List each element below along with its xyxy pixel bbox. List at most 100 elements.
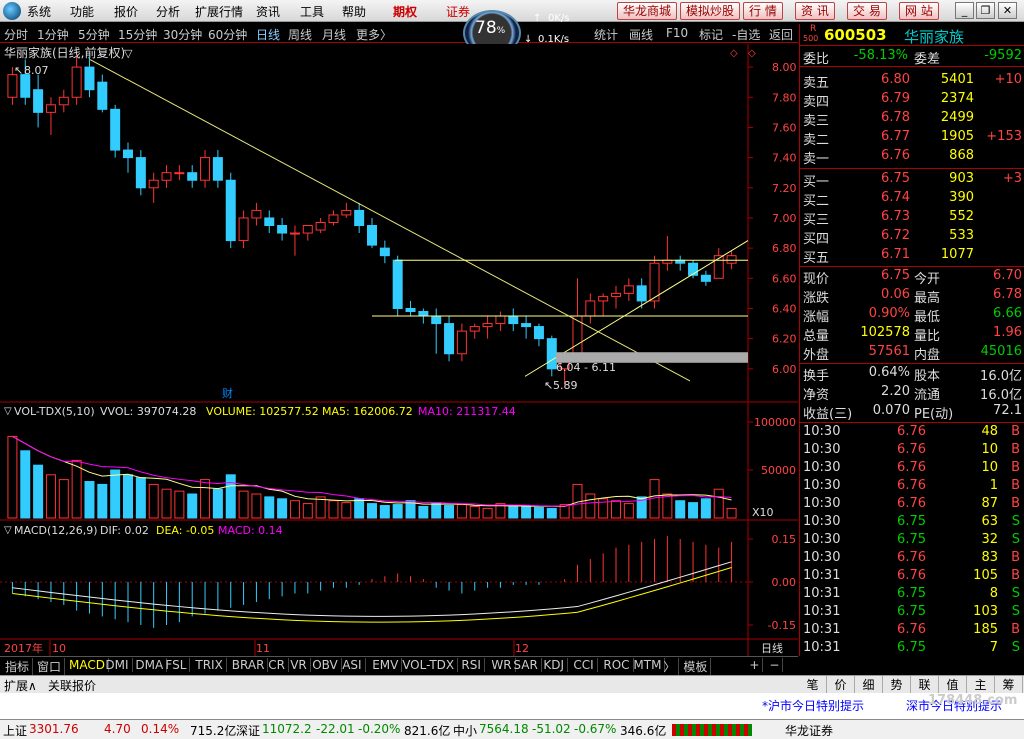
related-quote-tab[interactable]: 关联报价 bbox=[48, 677, 96, 694]
indicator-tab[interactable]: CCI bbox=[570, 658, 598, 672]
website-button[interactable]: 网 站 bbox=[899, 2, 939, 20]
candle bbox=[84, 66, 95, 91]
tab-30min[interactable]: 30分钟 bbox=[163, 26, 202, 43]
indicator-tab[interactable]: RSI bbox=[458, 658, 485, 672]
menu-options[interactable]: 期权 bbox=[393, 3, 417, 20]
right-tab[interactable]: 笔 bbox=[799, 676, 827, 693]
indicator-tab[interactable]: + bbox=[746, 658, 764, 672]
sh-notice-link[interactable]: *沪市今日特别提示 bbox=[762, 697, 864, 714]
stock-chart[interactable]: 8.00 7.80 7.60 7.40 7.20 7.00 6.80 6.60 6.40 6.20… bbox=[0, 44, 798, 656]
mall-button[interactable]: 华龙商城 bbox=[617, 2, 678, 20]
menu-tools[interactable]: 工具 bbox=[300, 3, 324, 20]
indicator-tab[interactable]: VOL-TDX bbox=[399, 658, 459, 672]
info-button[interactable]: 资 讯 bbox=[795, 2, 835, 20]
chart-title: 华丽家族(日线,前复权) bbox=[4, 45, 125, 60]
broker-name: 华龙证券 bbox=[785, 724, 834, 738]
tab-intraday[interactable]: 分时 bbox=[4, 26, 28, 43]
tab-monthly[interactable]: 月线 bbox=[322, 26, 346, 43]
tick-price: 6.76 bbox=[897, 460, 926, 475]
indicator-tab[interactable]: ROC bbox=[600, 658, 634, 672]
menu-analysis[interactable]: 分析 bbox=[156, 3, 180, 20]
indicator-tab[interactable]: 窗口 bbox=[34, 658, 66, 675]
indicator-tab[interactable]: EMV bbox=[369, 658, 403, 672]
menu-quote[interactable]: 报价 bbox=[114, 3, 138, 20]
restore-icon[interactable]: ❐ bbox=[976, 2, 995, 19]
vol-bar bbox=[289, 500, 300, 519]
bid-row[interactable]: 买二 6.74 390 bbox=[800, 190, 1024, 209]
minimize-icon[interactable]: _ bbox=[955, 2, 974, 19]
indicator-tab[interactable]: ASI bbox=[339, 658, 366, 672]
candle bbox=[161, 172, 172, 181]
vol-bar bbox=[379, 505, 390, 519]
ask-row[interactable]: 卖五 6.80 5401 +10 bbox=[800, 72, 1024, 91]
candle bbox=[277, 225, 288, 234]
candle bbox=[71, 66, 82, 98]
tool-draw[interactable]: 画线 bbox=[629, 26, 653, 43]
ask-row[interactable]: 卖三 6.78 2499 bbox=[800, 110, 1024, 129]
tool-mark[interactable]: 标记 bbox=[699, 26, 723, 43]
indicator-tab[interactable]: KDJ bbox=[540, 658, 569, 672]
sim-trade-button[interactable]: 模拟炒股 bbox=[680, 2, 741, 20]
vol-bar bbox=[533, 506, 544, 519]
indicator-tab[interactable]: CR bbox=[265, 658, 289, 672]
tool-back[interactable]: 返回 bbox=[769, 26, 793, 43]
date-label: 2017年 bbox=[4, 641, 43, 655]
tab-more[interactable]: 更多〉 bbox=[356, 26, 392, 43]
menu-system[interactable]: 系统 bbox=[27, 3, 51, 20]
bid-row[interactable]: 买四 6.72 533 bbox=[800, 228, 1024, 247]
indicator-tab[interactable]: 指标 bbox=[2, 658, 34, 675]
tab-60min[interactable]: 60分钟 bbox=[208, 26, 247, 43]
right-tab[interactable]: 主 bbox=[967, 676, 995, 693]
menu-info[interactable]: 资讯 bbox=[256, 3, 280, 20]
tab-daily[interactable]: 日线 bbox=[256, 26, 280, 43]
indicator-tab[interactable]: VR bbox=[287, 658, 311, 672]
stat-label: PE(动) bbox=[914, 407, 954, 422]
right-tab[interactable]: 筹 bbox=[995, 676, 1023, 693]
vol-bar bbox=[251, 493, 262, 519]
right-tab[interactable]: 值 bbox=[939, 676, 967, 693]
ext-toggle[interactable]: 扩展∧ bbox=[4, 677, 37, 694]
tool-f10[interactable]: F10 bbox=[666, 26, 688, 40]
sz-pct: -0.20% bbox=[358, 722, 401, 736]
right-tab[interactable]: 细 bbox=[855, 676, 883, 693]
book-label: 卖一 bbox=[803, 152, 830, 167]
right-tab[interactable]: 联 bbox=[911, 676, 939, 693]
book-label: 买一 bbox=[803, 175, 830, 190]
tab-1min[interactable]: 1分钟 bbox=[37, 26, 69, 43]
candle bbox=[611, 292, 621, 297]
menu-help[interactable]: 帮助 bbox=[342, 3, 366, 20]
vol-bar bbox=[238, 490, 249, 519]
indicator-tab[interactable]: BRAR bbox=[229, 658, 269, 672]
indicator-tab[interactable]: SAR bbox=[510, 658, 542, 672]
indicator-tab[interactable]: DMI bbox=[102, 658, 133, 672]
close-icon[interactable]: ✕ bbox=[998, 2, 1017, 19]
bid-row[interactable]: 买三 6.73 552 bbox=[800, 209, 1024, 228]
indicator-tab[interactable]: OBV bbox=[309, 658, 342, 672]
right-tab[interactable]: 价 bbox=[827, 676, 855, 693]
tab-15min[interactable]: 15分钟 bbox=[118, 26, 157, 43]
stat-label: 量比 bbox=[914, 329, 941, 344]
tool-stats[interactable]: 统计 bbox=[594, 26, 618, 43]
trade-button[interactable]: 交 易 bbox=[847, 2, 887, 20]
indicator-tab[interactable]: FSL bbox=[162, 658, 191, 672]
menu-function[interactable]: 功能 bbox=[70, 3, 94, 20]
indicator-tab[interactable]: TRIX bbox=[192, 658, 227, 672]
menu-ext-market[interactable]: 扩展行情 bbox=[195, 3, 243, 20]
bid-row[interactable]: 买五 6.71 1077 bbox=[800, 247, 1024, 266]
vol-bar bbox=[482, 507, 493, 519]
bid-row[interactable]: 买一 6.75 903 +3 bbox=[800, 171, 1024, 190]
indicator-tab[interactable]: − bbox=[766, 658, 784, 672]
tool-remove-watch[interactable]: -自选 bbox=[732, 26, 760, 43]
tab-weekly[interactable]: 周线 bbox=[288, 26, 312, 43]
candle bbox=[341, 209, 352, 216]
ask-row[interactable]: 卖二 6.77 1905 +153 bbox=[800, 129, 1024, 148]
stat-value: 6.75 bbox=[881, 268, 910, 283]
market-button[interactable]: 行 情 bbox=[743, 2, 783, 20]
ask-row[interactable]: 卖一 6.76 868 bbox=[800, 148, 1024, 167]
candle bbox=[533, 326, 544, 340]
indicator-tab[interactable]: 〉 bbox=[660, 658, 680, 675]
right-tab[interactable]: 势 bbox=[883, 676, 911, 693]
indicator-tab[interactable]: 模板 bbox=[680, 658, 712, 675]
tab-5min[interactable]: 5分钟 bbox=[78, 26, 110, 43]
ask-row[interactable]: 卖四 6.79 2374 bbox=[800, 91, 1024, 110]
